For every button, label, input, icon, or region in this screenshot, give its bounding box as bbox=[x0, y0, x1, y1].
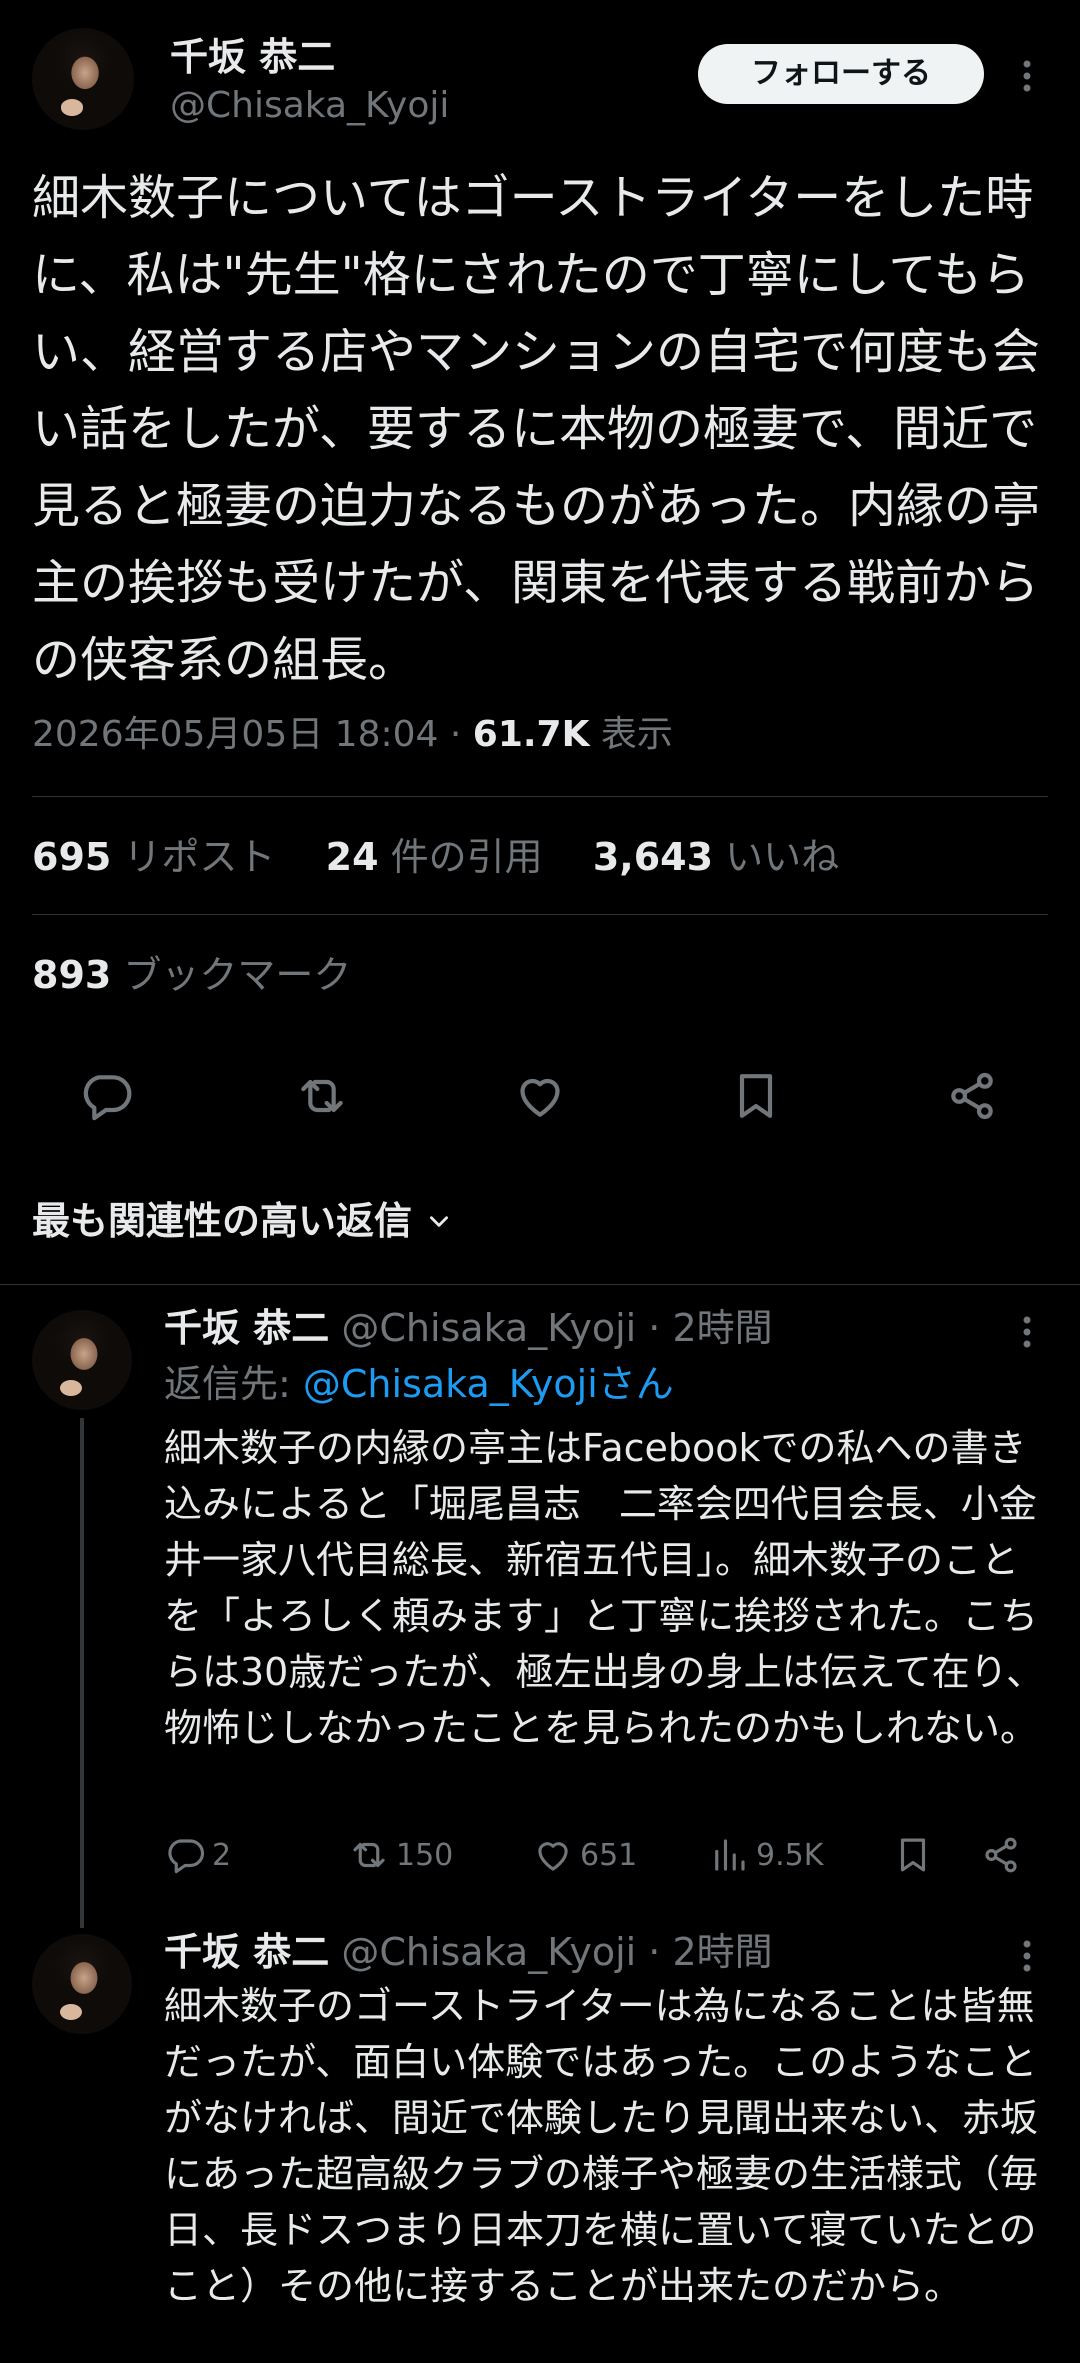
author-avatar[interactable] bbox=[32, 28, 134, 130]
quotes-label: 件の引用 bbox=[390, 835, 543, 879]
reply-handle[interactable]: @Chisaka_Kyoji bbox=[341, 1930, 636, 1974]
reply-header: 千坂 恭二 @Chisaka_Kyoji · 2時間 bbox=[164, 1304, 773, 1352]
share-icon[interactable] bbox=[944, 1068, 1000, 1124]
bookmarks-stat[interactable]: 893 ブックマーク bbox=[32, 952, 351, 998]
reply-text: 細木数子のゴーストライターは為になることは皆無だったが、面白い体験ではあった。こ… bbox=[164, 1984, 1039, 2308]
author-handle[interactable]: @Chisaka_Kyoji bbox=[170, 84, 449, 128]
reply-text: 細木数子の内縁の亭主はFacebookでの私への書き込みによると「堀尾昌志 二率… bbox=[164, 1426, 1045, 1750]
stats-row: 695 リポスト 24 件の引用 3,643 いいね bbox=[32, 834, 839, 880]
reply-display-name[interactable]: 千坂 恭二 bbox=[164, 1306, 329, 1350]
reply-views-action[interactable]: 9.5K bbox=[708, 1834, 823, 1876]
reposts-label: リポスト bbox=[123, 835, 276, 879]
reply-count: 2 bbox=[212, 1837, 232, 1873]
reply-avatar[interactable] bbox=[32, 1310, 132, 1410]
bookmarks-count: 893 bbox=[32, 953, 112, 997]
view-count: 9.5K bbox=[756, 1837, 824, 1873]
author-display-name[interactable]: 千坂 恭二 bbox=[170, 34, 335, 80]
likes-count: 3,643 bbox=[592, 835, 714, 879]
likes-stat[interactable]: 3,643 いいね bbox=[593, 835, 839, 879]
reply-header: 千坂 恭二 @Chisaka_Kyoji · 2時間 bbox=[164, 1928, 773, 1976]
views-count: 61.7K bbox=[472, 714, 590, 755]
bookmark-icon[interactable] bbox=[728, 1068, 784, 1124]
quotes-count: 24 bbox=[325, 835, 379, 879]
reply-repost-action[interactable]: 150 bbox=[348, 1834, 453, 1876]
reply-to-line: 返信先: @Chisaka_Kyojiさん bbox=[164, 1360, 674, 1408]
repost-icon bbox=[348, 1834, 390, 1876]
divider bbox=[32, 796, 1048, 797]
chevron-down-icon bbox=[426, 1208, 452, 1234]
like-icon bbox=[532, 1834, 574, 1876]
more-options-icon[interactable] bbox=[1010, 1936, 1044, 1976]
repost-icon[interactable] bbox=[294, 1068, 350, 1124]
analytics-icon bbox=[708, 1834, 750, 1876]
reply-time[interactable]: · 2時間 bbox=[636, 1930, 772, 1974]
quotes-stat[interactable]: 24 件の引用 bbox=[326, 835, 555, 879]
tweet-text: 細木数子についてはゴーストライターをした時に、私は"先生"格にされたので丁寧にし… bbox=[32, 170, 1041, 688]
reply-time[interactable]: · 2時間 bbox=[636, 1306, 772, 1350]
reposts-stat[interactable]: 695 リポスト bbox=[32, 835, 288, 879]
repost-count: 150 bbox=[396, 1837, 454, 1873]
share-icon[interactable] bbox=[980, 1834, 1022, 1876]
bookmark-icon[interactable] bbox=[892, 1834, 934, 1876]
views-label: 表示 bbox=[589, 714, 673, 755]
reply-handle[interactable]: @Chisaka_Kyoji bbox=[341, 1306, 636, 1350]
tweet-meta: 2026年05月05日 18:04 · 61.7K 表示 bbox=[32, 712, 673, 758]
like-icon[interactable] bbox=[512, 1068, 568, 1124]
reposts-count: 695 bbox=[32, 835, 112, 879]
reply-to-prefix: 返信先: bbox=[164, 1362, 303, 1406]
replies-sort-dropdown[interactable]: 最も関連性の高い返信 bbox=[32, 1196, 452, 1246]
tweet-timestamp[interactable]: 2026年05月05日 18:04 · bbox=[32, 714, 473, 755]
follow-button[interactable]: フォローする bbox=[698, 44, 984, 104]
reply-to-handle[interactable]: @Chisaka_Kyojiさん bbox=[303, 1362, 674, 1406]
reply-reply-action[interactable]: 2 bbox=[164, 1834, 231, 1876]
thread-line bbox=[80, 1418, 84, 1928]
reply-like-action[interactable]: 651 bbox=[532, 1834, 637, 1876]
like-count: 651 bbox=[580, 1837, 638, 1873]
bookmarks-label: ブックマーク bbox=[123, 953, 352, 997]
more-options-icon[interactable] bbox=[1010, 56, 1044, 96]
reply-icon[interactable] bbox=[78, 1068, 134, 1124]
reply-display-name[interactable]: 千坂 恭二 bbox=[164, 1930, 329, 1974]
replies-sort-label: 最も関連性の高い返信 bbox=[32, 1199, 413, 1243]
likes-label: いいね bbox=[725, 835, 840, 879]
divider bbox=[0, 1284, 1080, 1285]
reply-icon bbox=[164, 1834, 206, 1876]
reply-avatar[interactable] bbox=[32, 1934, 132, 2034]
divider bbox=[32, 914, 1048, 915]
more-options-icon[interactable] bbox=[1010, 1312, 1044, 1352]
